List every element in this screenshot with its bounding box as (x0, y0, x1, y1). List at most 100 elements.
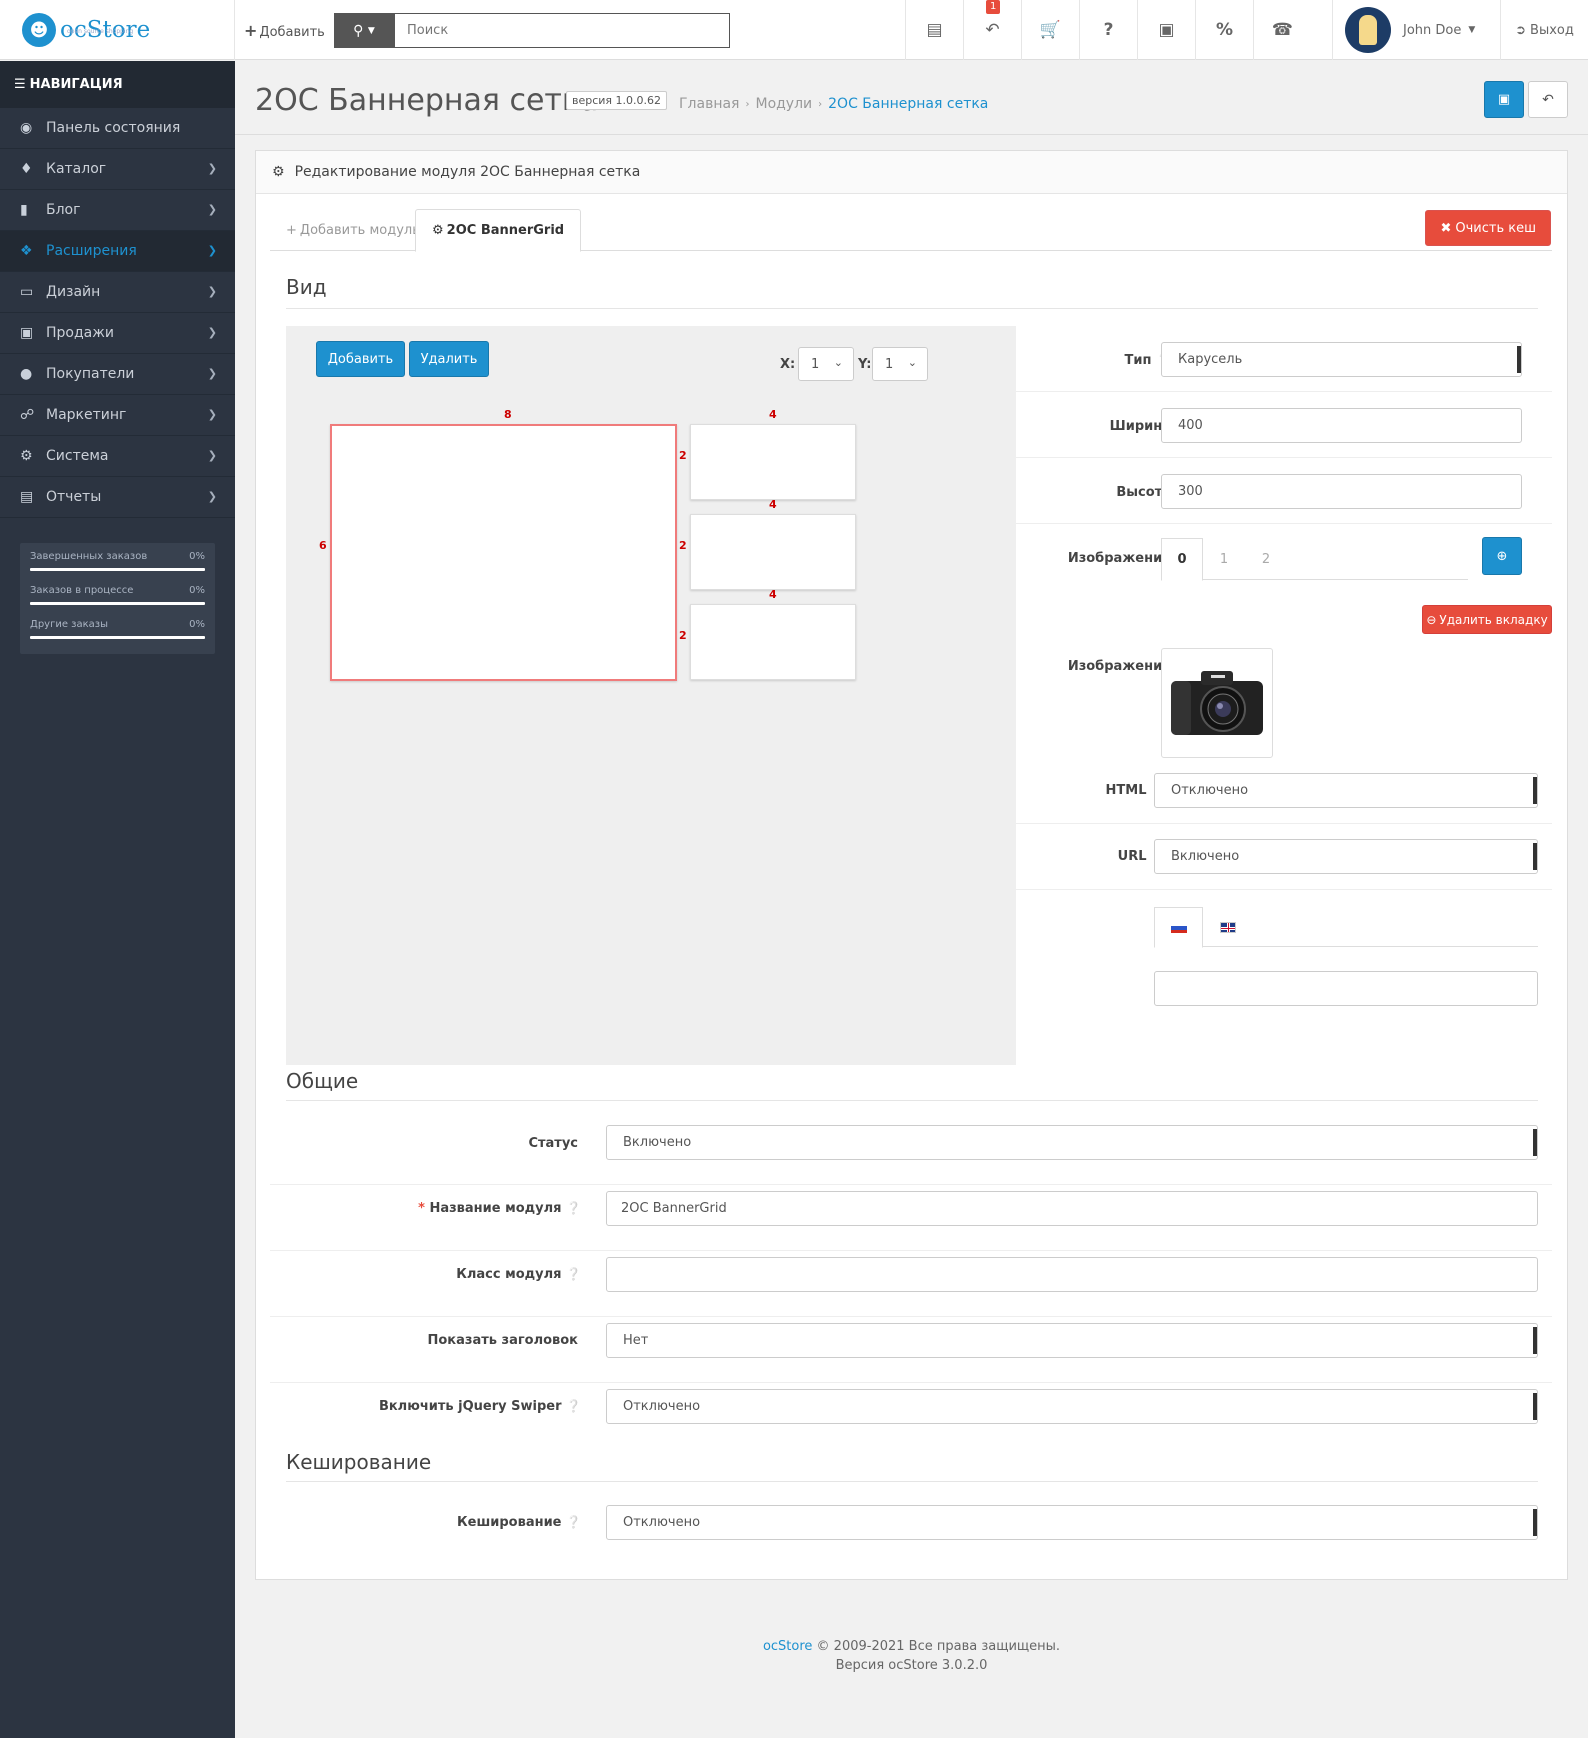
section-title-view: Вид (286, 275, 327, 299)
search-dropdown-button[interactable]: ⚲ ▼ (334, 13, 394, 48)
sidebar-item-blog[interactable]: ▮ Блог ❯ (0, 190, 235, 231)
sidebar-item-reports[interactable]: ▤ Отчеты ❯ (0, 477, 235, 518)
module-class-label: Класс модуля ❔ (356, 1267, 581, 1282)
question-circle-icon[interactable]: ❔ (566, 1399, 581, 1413)
cart-logo-icon: ☻ (22, 13, 56, 47)
label-text: Кеширование (457, 1515, 562, 1530)
breadcrumb-home[interactable]: Главная (679, 96, 739, 112)
sidebar-item-catalog[interactable]: ♦ Каталог ❯ (0, 149, 235, 190)
breadcrumb-modules[interactable]: Модули (755, 96, 812, 112)
reports-button[interactable]: ▤ (905, 0, 963, 60)
url-input[interactable] (1154, 971, 1538, 1006)
module-class-input[interactable] (606, 1257, 1538, 1292)
grid-cell[interactable] (690, 604, 856, 680)
y-select[interactable]: 1 ⌄ (872, 347, 928, 381)
top-header: ☻ ocStore open source shopping + Добавить… (0, 0, 1588, 60)
progress-bar (30, 602, 205, 605)
x-select[interactable]: 1 ⌄ (798, 347, 854, 381)
save-button[interactable]: ▣ (1484, 81, 1524, 118)
tab-bannergrid[interactable]: ⚙ 2OC BannerGrid (415, 209, 582, 252)
returns-button[interactable]: 1 ↶ (963, 0, 1021, 60)
height-input[interactable]: 300 (1161, 474, 1522, 509)
image-tab-1[interactable]: 1 (1203, 538, 1245, 580)
stat-processing: Заказов в процессе 0% (30, 585, 205, 619)
footer-brand-link[interactable]: ocStore (763, 1639, 812, 1654)
label-text: HTML (1105, 783, 1147, 798)
image-thumbnail[interactable] (1161, 648, 1273, 758)
tab-russian[interactable] (1154, 907, 1203, 948)
width-input[interactable]: 400 (1161, 408, 1522, 443)
tab-label: 2OC BannerGrid (446, 223, 565, 238)
phone-icon: ☎ (1271, 20, 1294, 40)
discount-button[interactable]: % (1195, 0, 1253, 60)
cart-icon: 🛒 (1039, 20, 1062, 40)
progress-bar (30, 636, 205, 639)
status-select[interactable]: Включено (606, 1125, 1538, 1160)
grid-cell[interactable] (690, 514, 856, 590)
bars-icon: ☰ (14, 77, 26, 92)
stat-label: Завершенных заказов (30, 551, 148, 562)
image-tab-2[interactable]: 2 (1245, 538, 1287, 580)
module-name-input[interactable]: 2OC BannerGrid (606, 1191, 1538, 1226)
divider (286, 1100, 1538, 1101)
sidebar-item-marketing[interactable]: ☍ Маркетинг ❯ (0, 395, 235, 436)
delete-cell-button[interactable]: Удалить (409, 341, 489, 377)
swiper-select[interactable]: Отключено (606, 1389, 1538, 1424)
sidebar-item-system[interactable]: ⚙ Система ❯ (0, 436, 235, 477)
question-circle-icon[interactable]: ❔ (566, 1515, 581, 1529)
y-value: 1 (885, 356, 894, 372)
question-circle-icon[interactable]: ❔ (566, 1267, 581, 1281)
sidebar-item-dashboard[interactable]: ◉ Панель состояния (0, 108, 235, 149)
cog-icon: ⚙ (432, 223, 444, 238)
footer-copyright: © 2009-2021 Все права защищены. (816, 1639, 1061, 1654)
help-button[interactable]: ? (1079, 0, 1137, 60)
logout-button[interactable]: ➲ Выход (1500, 0, 1588, 60)
cache-select[interactable]: Отключено (606, 1505, 1538, 1540)
sidebar-item-label: Дизайн (46, 284, 101, 300)
breadcrumb-current[interactable]: 2OC Баннерная сетка (828, 96, 988, 112)
search-input[interactable] (394, 13, 730, 48)
label-text: Тип (1124, 353, 1152, 368)
url-select[interactable]: Включено (1154, 839, 1538, 874)
add-cell-button[interactable]: Добавить (316, 341, 405, 377)
avatar (1345, 7, 1391, 53)
image-tabs: 0 1 2 (1161, 538, 1468, 581)
x-value: 1 (811, 356, 820, 372)
sidebar-item-design[interactable]: ▭ Дизайн ❯ (0, 272, 235, 313)
tab-add-module[interactable]: + Добавить модуль (270, 209, 436, 251)
page-title: 2OC Баннерная сетка (255, 83, 599, 118)
add-image-tab-button[interactable]: ⊕ (1482, 537, 1522, 575)
html-select[interactable]: Отключено (1154, 773, 1538, 808)
save-icon: ▣ (1497, 92, 1511, 107)
grid-cell-selected[interactable] (330, 424, 677, 681)
phone-button[interactable]: ☎ (1253, 0, 1311, 60)
back-button[interactable]: ↶ (1528, 81, 1568, 118)
sidebar-item-extensions[interactable]: ❖ Расширения ❯ (0, 231, 235, 272)
stat-value: 0% (189, 585, 205, 596)
sidebar-item-label: Покупатели (46, 366, 135, 382)
orders-button[interactable]: 🛒 (1021, 0, 1079, 60)
add-dropdown[interactable]: + Добавить (244, 21, 325, 40)
height-label: Высота (1116, 485, 1171, 500)
user-dropdown[interactable]: John Doe ▼ (1332, 0, 1500, 60)
camera-button[interactable]: ▣ (1137, 0, 1195, 60)
divider (234, 0, 235, 60)
type-select[interactable]: Карусель (1161, 342, 1522, 377)
sidebar-item-customers[interactable]: ● Покупатели ❯ (0, 354, 235, 395)
show-title-select[interactable]: Нет (606, 1323, 1538, 1358)
nav-toggle[interactable]: ☰ НАВИГАЦИЯ (0, 61, 235, 108)
label-text: Название модуля (429, 1201, 562, 1216)
delete-tab-button[interactable]: ⊖ Удалить вкладку (1422, 605, 1552, 634)
search-icon: ⚲ (353, 22, 364, 39)
clear-cache-button[interactable]: ✖ Очисть кеш (1425, 210, 1551, 246)
chevron-down-icon: ⌄ (907, 356, 917, 369)
image-tab-0[interactable]: 0 (1161, 538, 1203, 581)
tab-english[interactable] (1203, 907, 1252, 947)
chevron-right-icon: ❯ (207, 367, 217, 380)
stat-other: Другие заказы 0% (30, 619, 205, 653)
reply-all-icon: ↶ (985, 20, 1000, 40)
chevron-right-icon: ❯ (207, 285, 217, 298)
question-circle-icon[interactable]: ❔ (566, 1201, 581, 1215)
sidebar-item-sales[interactable]: ▣ Продажи ❯ (0, 313, 235, 354)
grid-cell[interactable] (690, 424, 856, 500)
